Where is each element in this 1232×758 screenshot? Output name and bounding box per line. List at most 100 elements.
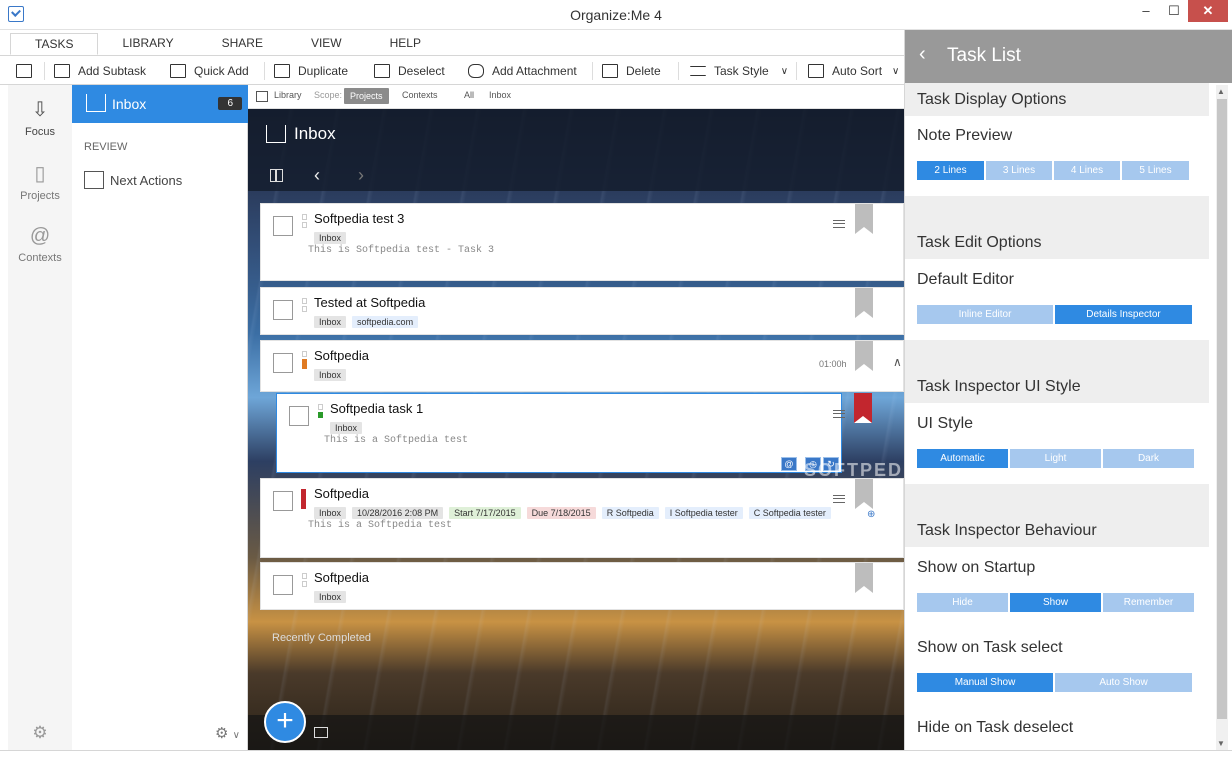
auto-sort-dropdown[interactable]: Auto Sort ∨ [808, 61, 899, 81]
tab-tasks[interactable]: TASKS [10, 33, 99, 55]
flag-icon[interactable] [855, 341, 873, 371]
duplicate-button[interactable]: Duplicate [274, 61, 348, 81]
delete-button[interactable]: Delete [602, 61, 661, 81]
rail-item-focus[interactable]: ⇩ Focus [8, 97, 72, 138]
add-subtask-icon[interactable] [314, 727, 328, 738]
tab-library[interactable]: LIBRARY [98, 33, 197, 55]
task-row[interactable]: Softpedia Inbox 01:00h ∧ [260, 340, 904, 392]
task-checkbox[interactable] [273, 300, 293, 320]
prev-button[interactable]: ‹ [314, 165, 320, 186]
task-style-icon [690, 66, 706, 76]
tag-date[interactable]: 10/28/2016 2:08 PM [352, 507, 444, 519]
nav-settings-button[interactable]: ⚙ ∨ [215, 724, 240, 742]
tag-responsible[interactable]: R Softpedia [601, 507, 659, 519]
settings-button[interactable]: ⚙ [8, 723, 72, 747]
gear-icon: ⚙ [215, 725, 229, 742]
scope-library[interactable]: Library [274, 90, 302, 100]
scope-contexts[interactable]: Contexts [402, 90, 438, 100]
next-button[interactable]: › [358, 165, 364, 186]
list-view-button[interactable] [16, 61, 32, 81]
back-button[interactable]: ‹ [919, 43, 926, 66]
task-checkbox[interactable] [273, 575, 293, 595]
task-row[interactable]: Softpedia Inbox [260, 562, 904, 610]
flag-icon[interactable] [855, 563, 873, 593]
option-hide[interactable]: Hide [917, 593, 1008, 612]
tag-link[interactable]: softpedia.com [352, 316, 419, 328]
deselect-label: Deselect [398, 64, 445, 78]
task-style-dropdown[interactable]: Task Style ∨ [690, 61, 788, 81]
tag-inbox[interactable]: Inbox [314, 316, 347, 328]
task-row-selected[interactable]: Softpedia task 1 Inbox This is a Softped… [276, 393, 845, 473]
task-checkbox[interactable] [273, 353, 293, 373]
nav-item-next-actions[interactable]: Next Actions [84, 171, 182, 189]
task-name: Softpedia [314, 486, 369, 501]
option-4-lines[interactable]: 4 Lines [1054, 161, 1120, 180]
deselect-button[interactable]: Deselect [374, 61, 445, 81]
option-show[interactable]: Show [1010, 593, 1101, 612]
add-person-icon[interactable]: ⊕ [867, 509, 875, 520]
inbox-icon [266, 125, 286, 143]
grid-view-icon[interactable] [270, 169, 283, 182]
scope-inbox[interactable]: Inbox [489, 90, 511, 100]
add-attachment-button[interactable]: Add Attachment [468, 61, 577, 81]
option-light[interactable]: Light [1010, 449, 1101, 468]
close-button[interactable]: ✕ [1188, 0, 1228, 22]
add-task-button[interactable]: + [264, 701, 306, 743]
task-row[interactable]: Tested at Softpedia Inbox softpedia.com [260, 287, 904, 335]
tag-consulted[interactable]: C Softpedia tester [748, 507, 831, 519]
tag-inbox[interactable]: Inbox [314, 232, 347, 244]
add-subtask-button[interactable]: Add Subtask [54, 61, 146, 81]
option-dark[interactable]: Dark [1103, 449, 1194, 468]
scope-label: Scope: [314, 90, 343, 100]
minimize-button[interactable]: – [1132, 0, 1160, 22]
task-tags: Inbox softpedia.com [314, 316, 424, 328]
scroll-up-icon[interactable]: ▲ [1217, 87, 1225, 96]
tag-start-date[interactable]: Start 7/17/2015 [449, 507, 521, 519]
maximize-button[interactable]: ☐ [1160, 0, 1188, 22]
task-checkbox[interactable] [289, 406, 309, 426]
option-2-lines[interactable]: 2 Lines [917, 161, 984, 180]
tag-inbox[interactable]: Inbox [314, 507, 347, 519]
tag-inbox[interactable]: Inbox [330, 422, 363, 434]
option-remember[interactable]: Remember [1103, 593, 1194, 612]
collapse-icon[interactable]: ∧ [893, 355, 902, 369]
flag-icon-active[interactable] [854, 393, 872, 423]
scroll-down-icon[interactable]: ▼ [1217, 739, 1225, 748]
tag-inbox[interactable]: Inbox [314, 591, 347, 603]
priority-indicator [302, 573, 307, 589]
panel-scrollbar[interactable]: ▲ ▼ [1216, 85, 1228, 750]
task-row[interactable]: Softpedia test 3 Inbox This is Softpedia… [260, 203, 904, 281]
tag-inbox[interactable]: Inbox [314, 369, 347, 381]
task-checkbox[interactable] [273, 216, 293, 236]
recently-completed-label[interactable]: Recently Completed [272, 632, 371, 644]
flag-icon[interactable] [855, 288, 873, 318]
option-manual-show[interactable]: Manual Show [917, 673, 1053, 692]
task-checkbox[interactable] [273, 491, 293, 511]
task-tags: Inbox [314, 591, 352, 603]
quick-add-button[interactable]: Quick Add [170, 61, 249, 81]
option-inline-editor[interactable]: Inline Editor [917, 305, 1053, 324]
option-5-lines[interactable]: 5 Lines [1122, 161, 1189, 180]
at-icon[interactable]: @ [781, 457, 797, 471]
option-automatic[interactable]: Automatic [917, 449, 1008, 468]
option-details-inspector[interactable]: Details Inspector [1055, 305, 1192, 324]
nav-item-inbox[interactable]: Inbox 6 [72, 85, 248, 123]
chevron-down-icon: ∨ [232, 730, 240, 741]
gear-icon: ⚙ [32, 723, 48, 742]
rail-item-projects[interactable]: ▯ Projects [8, 161, 72, 202]
scope-projects[interactable]: Projects [344, 88, 389, 104]
flag-icon[interactable] [855, 479, 873, 509]
option-auto-show[interactable]: Auto Show [1055, 673, 1192, 692]
tab-share[interactable]: SHARE [198, 33, 287, 55]
tag-informed[interactable]: I Softpedia tester [664, 507, 743, 519]
option-3-lines[interactable]: 3 Lines [986, 161, 1052, 180]
rail-item-contexts[interactable]: @ Contexts [8, 225, 72, 264]
flag-icon[interactable] [855, 204, 873, 234]
scope-all[interactable]: All [464, 90, 474, 100]
task-row[interactable]: Softpedia Inbox 10/28/2016 2:08 PM Start… [260, 478, 904, 558]
tag-due-date[interactable]: Due 7/18/2015 [526, 507, 596, 519]
scrollbar-thumb[interactable] [1217, 99, 1227, 719]
tab-help[interactable]: HELP [366, 33, 445, 55]
task-tags: Inbox [330, 422, 368, 434]
tab-view[interactable]: VIEW [287, 33, 366, 55]
